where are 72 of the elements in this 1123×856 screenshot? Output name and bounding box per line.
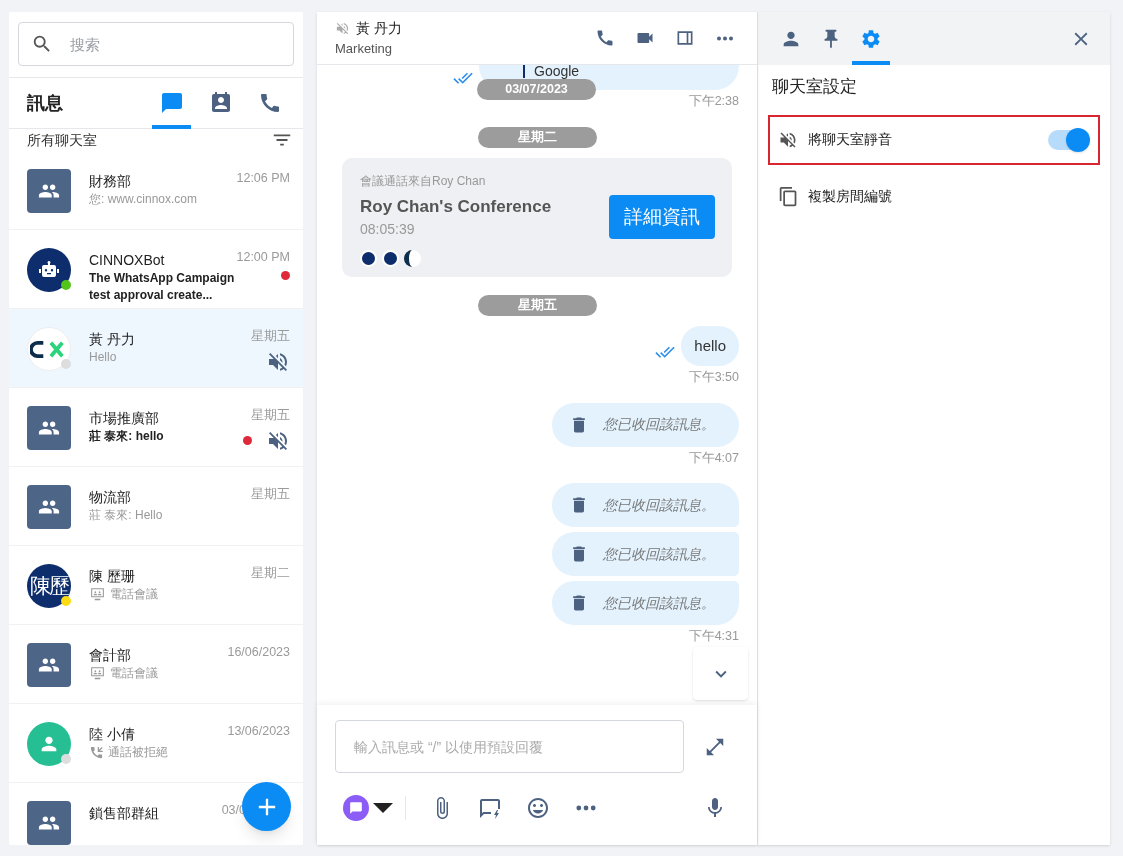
message-preview: The WhatsApp Campaign test approval create... — [89, 270, 236, 304]
timestamp: 星期二 — [251, 565, 290, 582]
contact-name: 黃 丹力 — [89, 330, 135, 348]
smiley-icon — [526, 796, 550, 820]
chat-icon — [349, 801, 363, 815]
timestamp: 12:00 PM — [236, 249, 290, 266]
phone-icon — [595, 28, 615, 48]
message-time: 下午2:38 — [688, 93, 739, 110]
settings-icon — [860, 27, 882, 50]
more-icon — [575, 805, 597, 811]
message-time: 下午3:50 — [688, 368, 739, 386]
phone-icon — [89, 745, 104, 760]
contact-name: 陳 歷珊 — [89, 567, 135, 585]
emoji-button[interactable] — [526, 796, 550, 820]
message-bubble: hello — [681, 325, 739, 366]
side-panel-icon — [675, 28, 695, 48]
settings-row[interactable]: 將聊天室靜音 — [768, 114, 1100, 165]
contact-name: 鎖售部群組 — [89, 804, 159, 822]
chat-subtitle: Marketing — [335, 39, 394, 58]
message-preview: 通話被拒絕 — [108, 744, 168, 761]
participant-avatar — [382, 250, 399, 268]
call-duration: 08:05:39 — [360, 220, 416, 240]
message-preview: 電話會議 — [110, 665, 158, 682]
recalled-text: 您已收回該訊息。 — [603, 495, 715, 515]
settings-row[interactable]: 複製房間編號 — [768, 171, 1100, 222]
participant-logo — [404, 250, 421, 268]
conversation-item[interactable]: 黃 丹力 Hello 星期五 — [9, 309, 303, 388]
contact-name: 陸 小倩 — [89, 725, 135, 743]
quick-reply-icon — [478, 796, 502, 820]
timestamp: 星期五 — [251, 407, 290, 424]
conference-title: Roy Chan's Conference — [360, 195, 553, 218]
quick-reply-button[interactable] — [478, 796, 502, 820]
contact-name: 財務部 — [89, 172, 131, 190]
message-time: 下午4:07 — [688, 449, 739, 467]
recalled-text: 您已收回該訊息。 — [603, 593, 715, 613]
initials-avatar: 陳歷 — [27, 564, 71, 608]
conference-icon — [89, 586, 106, 603]
recalled-text: 您已收回該訊息。 — [603, 415, 715, 434]
chat-title: 黃 丹力 — [356, 18, 402, 38]
panel-title: 聊天室設定 — [771, 76, 858, 98]
conference-icon — [89, 665, 106, 682]
contact-name: 會計部 — [89, 646, 131, 664]
message-preview: 電話會議 — [110, 586, 158, 603]
filter-label: 所有聊天室 — [27, 130, 98, 150]
search-icon — [31, 33, 53, 55]
channel-button[interactable] — [343, 795, 369, 821]
copy-icon — [778, 186, 799, 207]
contact-name: CINNOXBot — [89, 251, 165, 269]
timestamp: 13/06/2023 — [227, 723, 290, 740]
message-preview: 莊 泰來: Hello — [89, 507, 163, 524]
section-title: 訊息 — [27, 91, 64, 115]
message-preview: Hello — [89, 349, 117, 366]
header-action-button[interactable] — [595, 28, 615, 48]
participant-avatar — [360, 250, 377, 268]
message-preview: 莊 泰來: hello — [89, 428, 164, 445]
message-preview: 您: www.cinnox.com — [89, 191, 198, 208]
header-action-button[interactable] — [675, 28, 695, 48]
contact-name: 市場推廣部 — [89, 409, 159, 427]
more-icon — [716, 35, 734, 41]
conference-caption: 會議通話來自Roy Chan — [360, 172, 487, 190]
contact-name: 物流部 — [89, 488, 131, 506]
recalled-text: 您已收回該訊息。 — [603, 544, 715, 564]
search-field[interactable]: 搜索 — [18, 22, 294, 66]
timestamp: 16/06/2023 — [227, 644, 290, 661]
setting-label: 將聊天室靜音 — [808, 130, 893, 149]
timestamp: 星期五 — [251, 328, 290, 345]
message-input[interactable]: 輸入訊息或 “/” 以使用預設回覆 — [335, 720, 684, 773]
message-time: 下午4:31 — [688, 628, 739, 646]
setting-label: 複製房間編號 — [808, 187, 892, 206]
timestamp: 星期五 — [251, 486, 290, 503]
timestamp: 12:06 PM — [236, 170, 290, 187]
chat-icon — [159, 91, 184, 115]
